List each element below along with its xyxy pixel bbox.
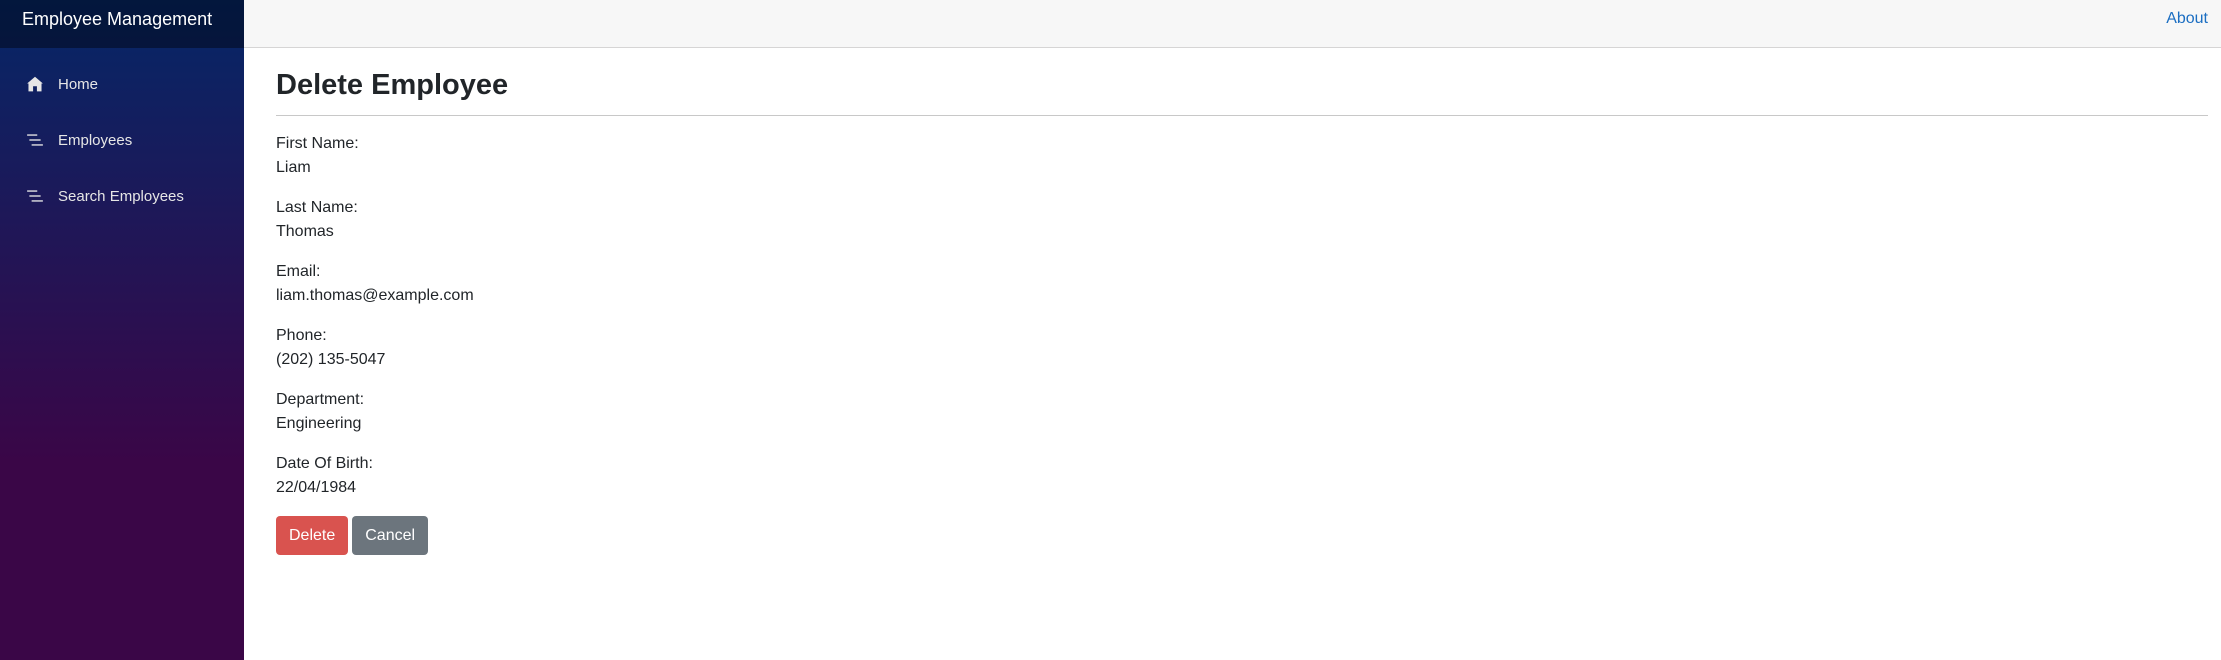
field-email: Email: liam.thomas@example.com	[276, 260, 2208, 308]
sidebar-item-home[interactable]: Home	[16, 64, 228, 104]
field-label: Phone:	[276, 327, 327, 344]
field-label: Last Name:	[276, 199, 358, 216]
divider	[276, 115, 2208, 116]
delete-button[interactable]: Delete	[276, 516, 349, 555]
sidebar-item-label: Search Employees	[58, 187, 184, 205]
field-value: liam.thomas@example.com	[276, 287, 474, 304]
content: Delete Employee First Name: Liam Last Na…	[244, 48, 2221, 555]
field-value: Liam	[276, 159, 311, 176]
form-actions: Delete Cancel	[276, 516, 2208, 555]
list-icon	[26, 187, 44, 205]
sidebar-item-label: Home	[58, 75, 99, 93]
sidebar: Employee Management Home Employees Searc…	[0, 0, 244, 660]
sidebar-item-employees[interactable]: Employees	[16, 120, 228, 160]
field-label: First Name:	[276, 135, 359, 152]
field-department: Department: Engineering	[276, 388, 2208, 436]
sidebar-item-label: Employees	[58, 131, 133, 149]
brand-link[interactable]: Employee Management	[22, 9, 212, 29]
home-icon	[26, 75, 44, 93]
field-date-of-birth: Date Of Birth: 22/04/1984	[276, 452, 2208, 500]
main-area: About Delete Employee First Name: Liam L…	[244, 0, 2221, 660]
brand-bar: Employee Management	[0, 0, 244, 48]
field-value: (202) 135-5047	[276, 351, 386, 368]
field-label: Department:	[276, 391, 365, 408]
about-link[interactable]: About	[2166, 10, 2208, 28]
field-first-name: First Name: Liam	[276, 132, 2208, 180]
field-label: Email:	[276, 263, 321, 280]
app-root: Employee Management Home Employees Searc…	[0, 0, 2221, 660]
field-phone: Phone: (202) 135-5047	[276, 324, 2208, 372]
field-value: Engineering	[276, 415, 362, 432]
sidebar-item-search-employees[interactable]: Search Employees	[16, 176, 228, 216]
sidebar-nav: Home Employees Search Employees	[0, 48, 244, 216]
field-value: Thomas	[276, 223, 334, 240]
cancel-button[interactable]: Cancel	[352, 516, 429, 555]
top-bar: About	[244, 0, 2221, 48]
field-value: 22/04/1984	[276, 479, 357, 496]
page-title: Delete Employee	[276, 69, 509, 101]
field-last-name: Last Name: Thomas	[276, 196, 2208, 244]
field-label: Date Of Birth:	[276, 455, 373, 472]
list-icon	[26, 131, 44, 149]
